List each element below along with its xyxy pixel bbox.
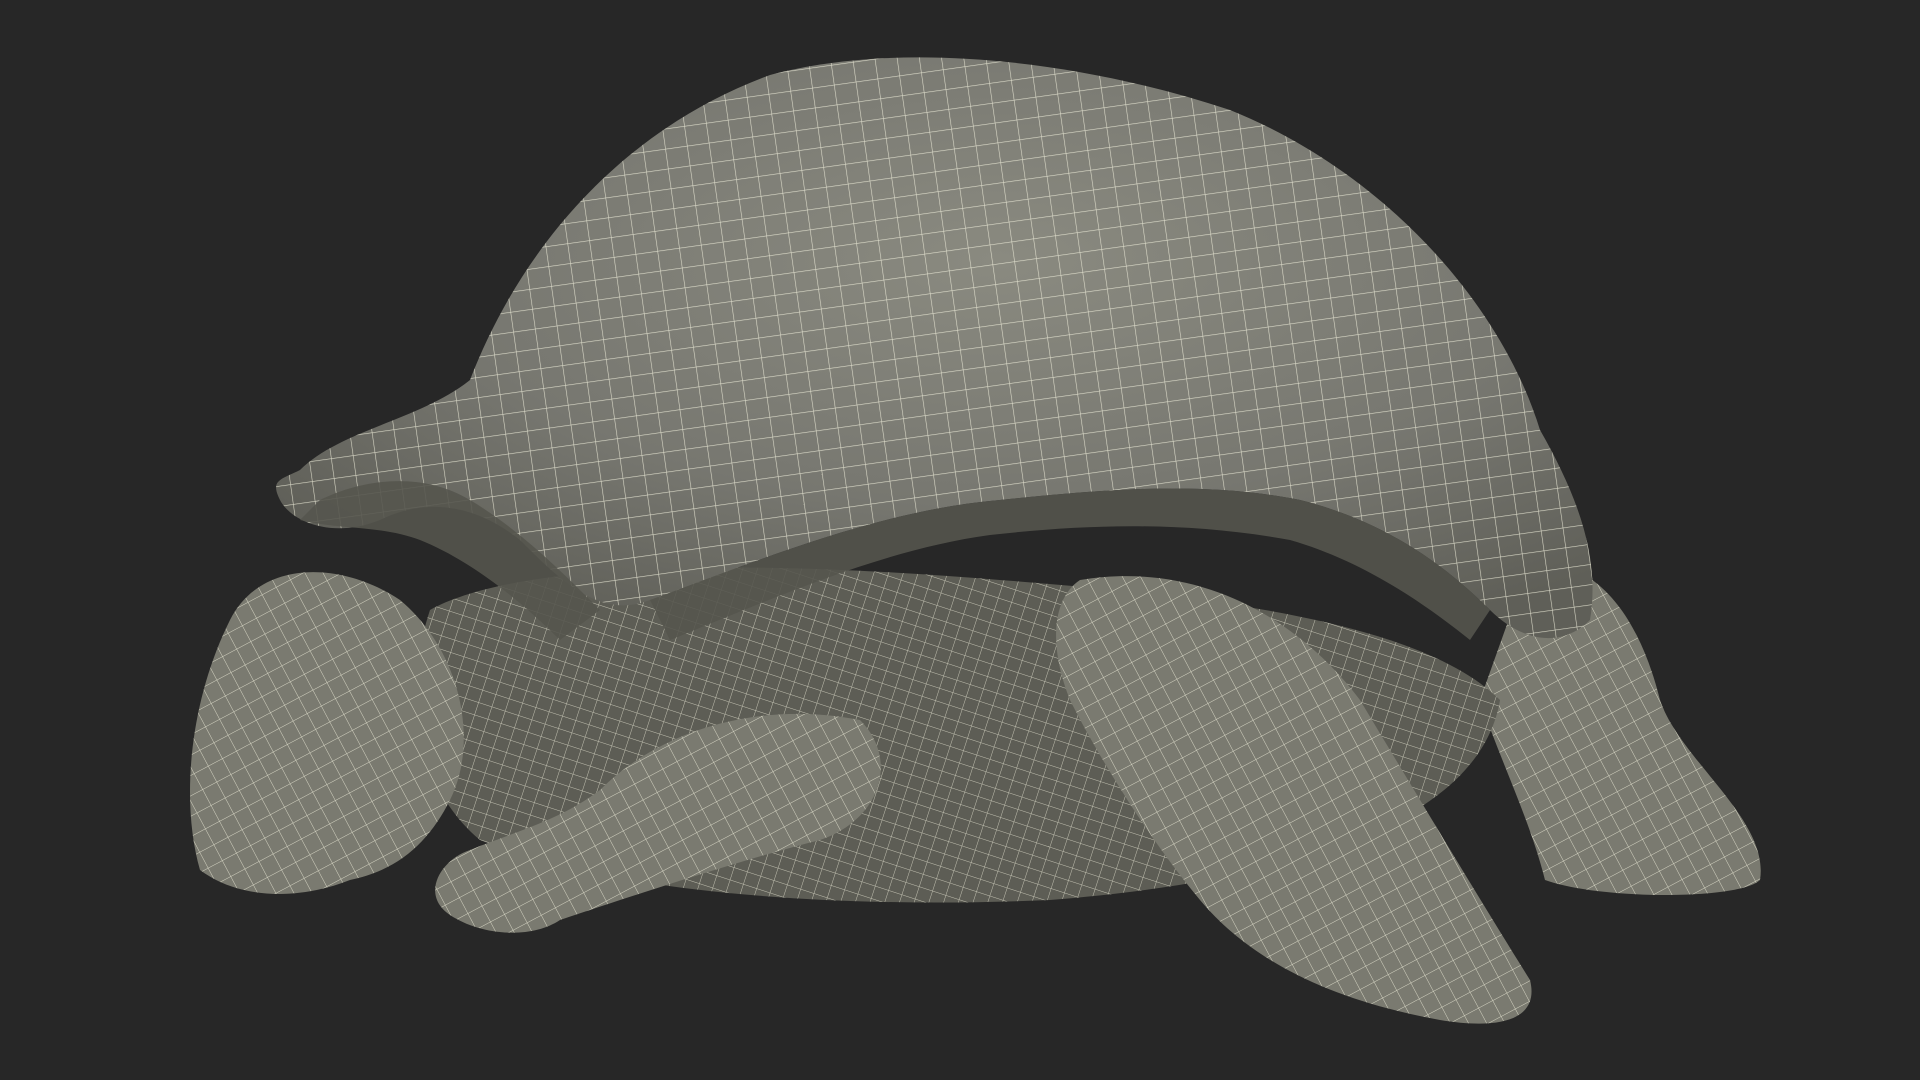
carapace-shell [276,57,1593,640]
front-left-leg [190,572,464,894]
render-viewport [0,0,1920,1080]
tortoise-model [190,57,1761,1024]
